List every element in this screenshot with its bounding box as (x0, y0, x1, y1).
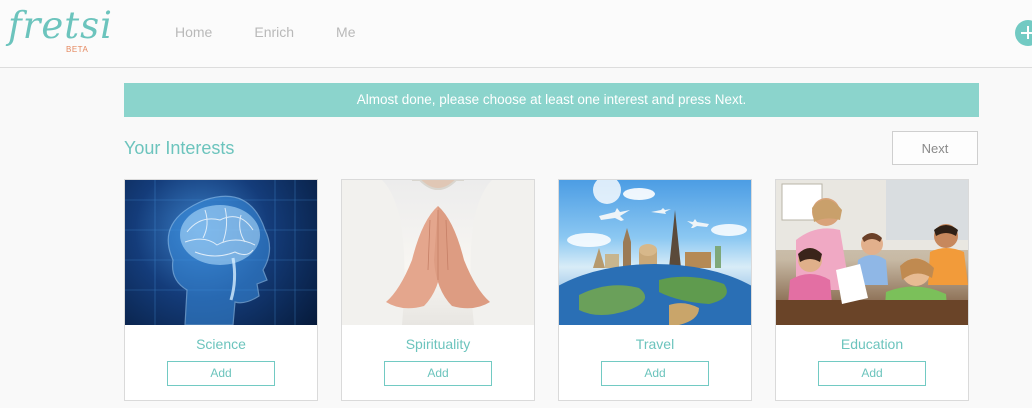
nav-home[interactable]: Home (175, 23, 212, 41)
interest-card-education: Education Add (775, 179, 969, 401)
add-button[interactable]: Add (818, 361, 926, 386)
interest-label: Science (196, 336, 246, 352)
interest-label: Travel (635, 336, 675, 352)
beta-badge: BETA (66, 45, 89, 54)
page-title: Your Interests (124, 138, 235, 158)
science-image (125, 180, 317, 325)
spirituality-image (342, 180, 534, 325)
plus-circle-icon[interactable] (1015, 20, 1032, 46)
interest-card-science: Science Add (124, 179, 318, 401)
add-button[interactable]: Add (384, 361, 492, 386)
top-bar: fretsi BETA Home Enrich Me (0, 0, 1032, 68)
main-nav: Home Enrich Me (175, 23, 398, 41)
add-button[interactable]: Add (167, 361, 275, 386)
interest-label: Education (840, 336, 904, 352)
interest-card-spirituality: Spirituality Add (341, 179, 535, 401)
travel-image (559, 180, 751, 325)
interest-label: Spirituality (405, 336, 471, 352)
nav-enrich[interactable]: Enrich (254, 23, 294, 41)
notice-banner: Almost done, please choose at least one … (124, 83, 979, 117)
logo[interactable]: fretsi (8, 6, 113, 46)
add-button[interactable]: Add (601, 361, 709, 386)
next-button[interactable]: Next (892, 131, 978, 165)
education-image (776, 180, 968, 325)
nav-me[interactable]: Me (336, 23, 355, 41)
interest-card-travel: Travel Add (558, 179, 752, 401)
